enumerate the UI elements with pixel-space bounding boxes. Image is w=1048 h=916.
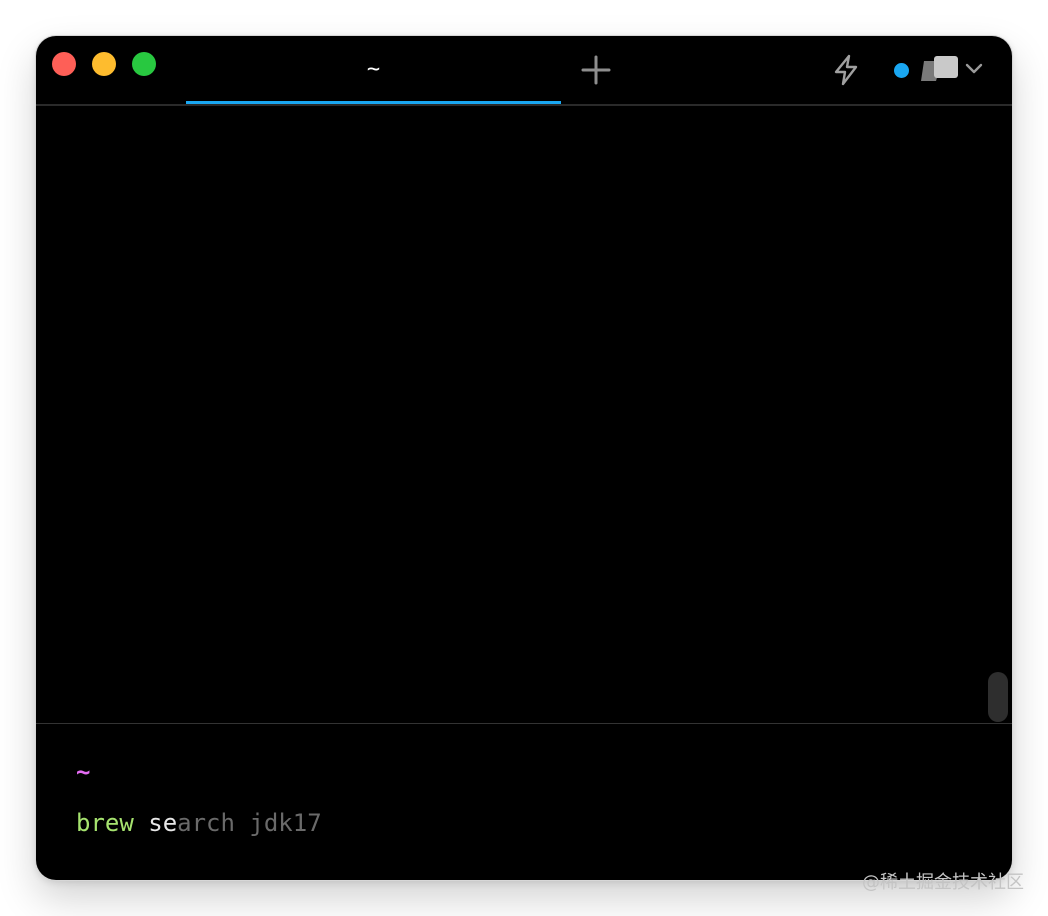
minimize-window-button[interactable] bbox=[92, 52, 116, 76]
tab-home[interactable]: ~ bbox=[186, 36, 561, 106]
status-dot-icon bbox=[894, 63, 909, 78]
input-divider bbox=[36, 723, 1012, 724]
watermark: @稀土掘金技术社区 bbox=[862, 872, 1024, 893]
scrollbar-thumb[interactable] bbox=[988, 672, 1008, 722]
terminal-window: ~ ~ brew search jdk17 bbox=[36, 36, 1012, 880]
tab-label: ~ bbox=[366, 57, 381, 82]
plus-icon[interactable] bbox=[580, 54, 612, 86]
chevron-down-icon[interactable] bbox=[964, 60, 984, 76]
lightning-bolt-icon[interactable] bbox=[831, 54, 861, 86]
command-typed-text: se bbox=[133, 809, 178, 837]
command-name: brew bbox=[76, 809, 134, 837]
terminal-output[interactable] bbox=[36, 106, 1012, 723]
workspace-icon[interactable] bbox=[920, 54, 960, 84]
autosuggestion[interactable]: arch jdk17 bbox=[177, 809, 322, 837]
prompt-directory: ~ bbox=[76, 758, 91, 786]
command-input[interactable]: brew search jdk17 bbox=[76, 806, 322, 840]
maximize-window-button[interactable] bbox=[132, 52, 156, 76]
close-window-button[interactable] bbox=[52, 52, 76, 76]
title-bar: ~ bbox=[36, 36, 1012, 106]
